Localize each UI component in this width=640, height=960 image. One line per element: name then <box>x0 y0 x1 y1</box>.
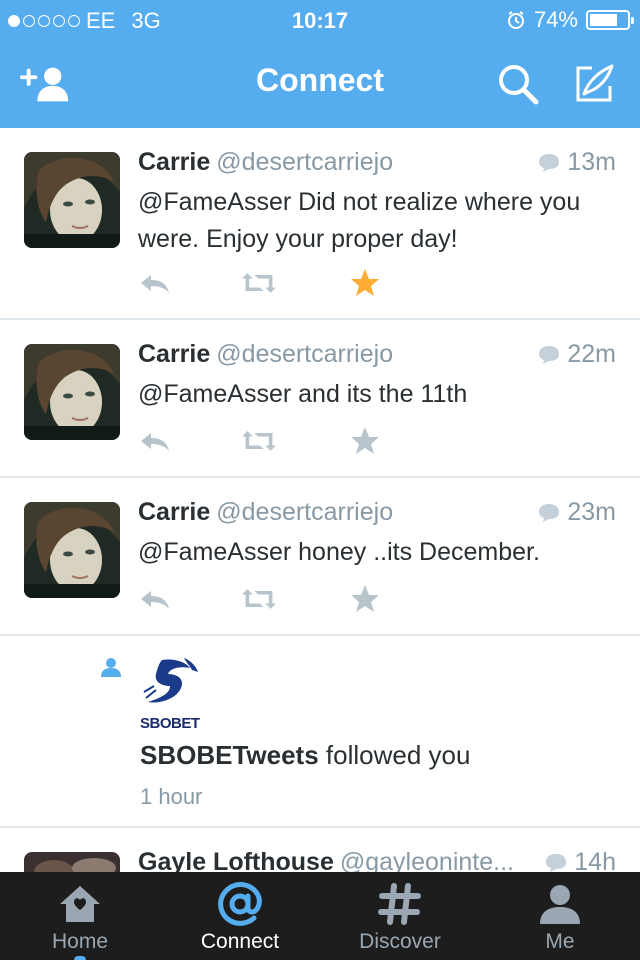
avatar[interactable] <box>24 852 120 872</box>
retweet-button[interactable] <box>242 582 276 616</box>
top-bar: EE 3G 10:17 74% Connect <box>0 0 640 128</box>
favorite-button[interactable] <box>348 424 382 458</box>
follower-name[interactable]: SBOBETweets <box>140 740 319 770</box>
tab-discover[interactable]: Discover <box>320 872 480 960</box>
page-title: Connect <box>256 62 384 98</box>
avatar[interactable] <box>24 502 120 598</box>
search-icon <box>499 65 539 105</box>
tweet-author-handle: @gayleoninte... <box>339 848 514 872</box>
conversation-icon <box>539 153 560 172</box>
tweet-timestamp: 22m <box>567 340 616 368</box>
alarm-icon <box>507 11 524 29</box>
reply-icon <box>141 591 169 609</box>
home-icon <box>60 886 100 922</box>
tab-home[interactable]: Home <box>0 872 160 960</box>
tweet-item[interactable]: Carrie @desertcarriejo 22m @FameAsser and… <box>0 320 640 478</box>
tweet-item[interactable]: Carrie @desertcarriejo 23m @FameAsser hon… <box>0 478 640 636</box>
conversation-icon <box>539 345 560 364</box>
tweet-author-handle: @desertcarriejo <box>216 498 394 526</box>
tab-bar: Home Connect Discover Me <box>0 872 640 960</box>
tab-me[interactable]: Me <box>480 872 640 960</box>
tweet-timestamp: 14h <box>574 848 616 872</box>
tweet-text: @FameAsser Did not realize where you wer… <box>138 188 581 253</box>
retweet-icon <box>242 273 276 293</box>
retweet-icon <box>242 589 276 609</box>
follow-timestamp: 1 hour <box>140 784 203 809</box>
tweet-author-name[interactable]: Gayle Lofthouse <box>138 848 334 872</box>
battery-percent: 74% <box>533 7 578 32</box>
new-content-indicator <box>74 956 86 960</box>
tweet-author-handle: @desertcarriejo <box>216 148 394 176</box>
compose-button[interactable] <box>568 58 620 110</box>
tweet-text: @FameAsser and its the 11th <box>138 380 468 408</box>
tweet-timestamp: 13m <box>567 148 616 176</box>
retweet-button[interactable] <box>242 424 276 458</box>
tweet-item[interactable]: Gayle Lofthouse @gayleoninte... 14h <box>0 828 640 872</box>
tab-label: Discover <box>359 930 441 953</box>
tab-label: Home <box>51 930 109 953</box>
hashtag-icon <box>378 883 421 925</box>
avatar[interactable] <box>24 152 120 248</box>
reply-icon <box>141 433 169 451</box>
tweet-item[interactable]: Carrie @desertcarriejo 13m @FameAsser Did… <box>0 128 640 320</box>
star-icon <box>351 269 379 296</box>
favorite-button[interactable] <box>348 582 382 616</box>
reply-button[interactable] <box>138 582 172 616</box>
tweet-author-handle: @desertcarriejo <box>216 340 394 368</box>
reply-button[interactable] <box>138 424 172 458</box>
tab-label: Me <box>545 930 575 953</box>
reply-button[interactable] <box>138 266 172 300</box>
search-button[interactable] <box>492 58 544 110</box>
follow-notification[interactable]: SBOBET SBOBETweets followed you 1 hour <box>0 636 640 828</box>
avatar[interactable] <box>24 344 120 440</box>
tweet-text: @FameAsser honey ..its December. <box>138 538 540 566</box>
conversation-icon <box>546 853 567 872</box>
tab-connect[interactable]: Connect <box>160 872 320 960</box>
connect-feed[interactable]: Carrie @desertcarriejo 13m @FameAsser Did… <box>0 128 640 872</box>
compose-icon <box>576 64 614 102</box>
status-bar: EE 3G 10:17 74% <box>0 0 640 40</box>
person-icon <box>540 885 580 924</box>
tab-label: Connect <box>200 930 280 953</box>
battery-icon <box>586 10 634 30</box>
follow-user-icon <box>101 658 121 677</box>
reply-icon <box>141 275 169 293</box>
tweet-timestamp: 23m <box>567 498 616 526</box>
at-icon <box>218 882 262 926</box>
tweet-author-name[interactable]: Carrie <box>138 498 210 526</box>
tweet-author-name[interactable]: Carrie <box>138 148 210 176</box>
follow-message: SBOBETweets followed you <box>140 740 470 771</box>
sbobet-logo[interactable]: SBOBET <box>140 656 206 732</box>
retweet-icon <box>242 431 276 451</box>
favorite-button[interactable] <box>348 266 382 300</box>
star-icon <box>351 427 379 454</box>
tweet-author-name[interactable]: Carrie <box>138 340 210 368</box>
logo-text: SBOBET <box>140 715 200 732</box>
conversation-icon <box>539 503 560 522</box>
follow-action: followed you <box>325 740 471 770</box>
retweet-button[interactable] <box>242 266 276 300</box>
star-icon <box>351 585 379 612</box>
